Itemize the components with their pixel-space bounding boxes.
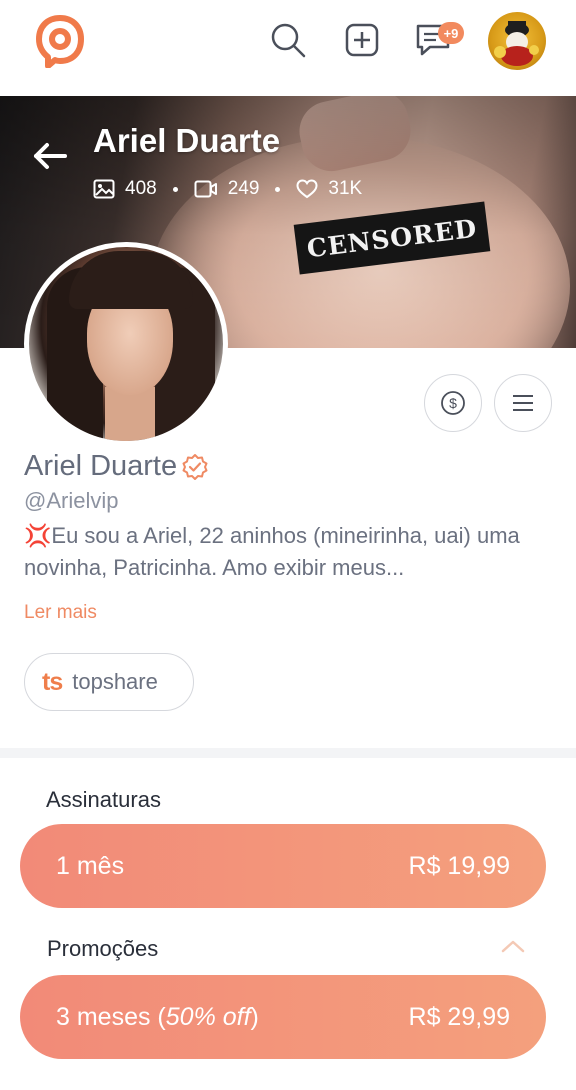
bio-text: Eu sou a Ariel, 22 aninhos (mineirinha, …	[24, 523, 520, 580]
plan-price: R$ 19,99	[408, 851, 510, 880]
search-icon[interactable]	[266, 18, 310, 62]
menu-button[interactable]	[494, 374, 552, 432]
dollar-icon: $	[441, 391, 465, 415]
image-icon	[93, 179, 115, 199]
logo-icon[interactable]	[34, 14, 86, 69]
photos-count: 408	[125, 178, 157, 199]
profile-name: Ariel Duarte	[24, 450, 178, 482]
profile-avatar[interactable]	[24, 242, 228, 446]
plan-discount: 50% off	[165, 1002, 251, 1031]
subscriptions-heading: Assinaturas	[46, 787, 161, 812]
promotion-plan-button[interactable]: 3 meses (50% off) R$ 29,99	[20, 975, 546, 1059]
plan-duration: 3 meses	[56, 1002, 151, 1031]
profile-name-row: Ariel Duarte	[24, 450, 209, 483]
topshare-logo-icon: ts	[42, 667, 63, 696]
profile-bio: 💢Eu sou a Ariel, 22 aninhos (mineirinha,…	[24, 520, 544, 584]
topshare-link-chip[interactable]: ts topshare	[24, 653, 194, 711]
videos-stat: 249	[194, 178, 260, 200]
videos-count: 249	[227, 178, 260, 199]
subscription-plan-button[interactable]: 1 mês R$ 19,99	[20, 824, 546, 908]
topshare-label: topshare	[72, 669, 158, 694]
photos-stat: 408	[93, 178, 157, 200]
avatar-detail	[105, 387, 155, 441]
notification-badge: +9	[438, 22, 464, 44]
heart-icon	[296, 179, 318, 199]
promotions-heading: Promoções	[47, 936, 159, 961]
tip-button[interactable]: $	[424, 374, 482, 432]
separator-dot	[172, 186, 178, 192]
profile-stats: 408 249 31K	[93, 176, 362, 202]
back-arrow-icon[interactable]	[32, 140, 68, 172]
separator-dot	[275, 186, 281, 192]
read-more-link[interactable]: Ler mais	[24, 602, 97, 624]
likes-count: 31K	[328, 178, 363, 199]
plan-price: R$ 29,99	[408, 1002, 510, 1031]
video-icon	[194, 180, 217, 198]
avatar[interactable]	[488, 12, 546, 70]
add-icon[interactable]	[340, 18, 384, 62]
svg-text:$: $	[449, 395, 457, 411]
chevron-up-icon[interactable]	[500, 938, 526, 954]
promo-plan-duration-row: 3 meses (50% off)	[56, 1002, 259, 1031]
top-navigation: +9	[0, 0, 576, 96]
verified-icon	[182, 453, 208, 480]
avatar-detail	[69, 251, 193, 309]
bio-emoji: 💢	[24, 523, 52, 548]
likes-stat: 31K	[296, 178, 362, 200]
profile-handle: @Arielvip	[24, 488, 119, 513]
section-divider	[0, 748, 576, 758]
hamburger-icon	[513, 395, 533, 411]
cover-title: Ariel Duarte	[93, 122, 281, 159]
plan-duration: 1 mês	[56, 851, 125, 880]
